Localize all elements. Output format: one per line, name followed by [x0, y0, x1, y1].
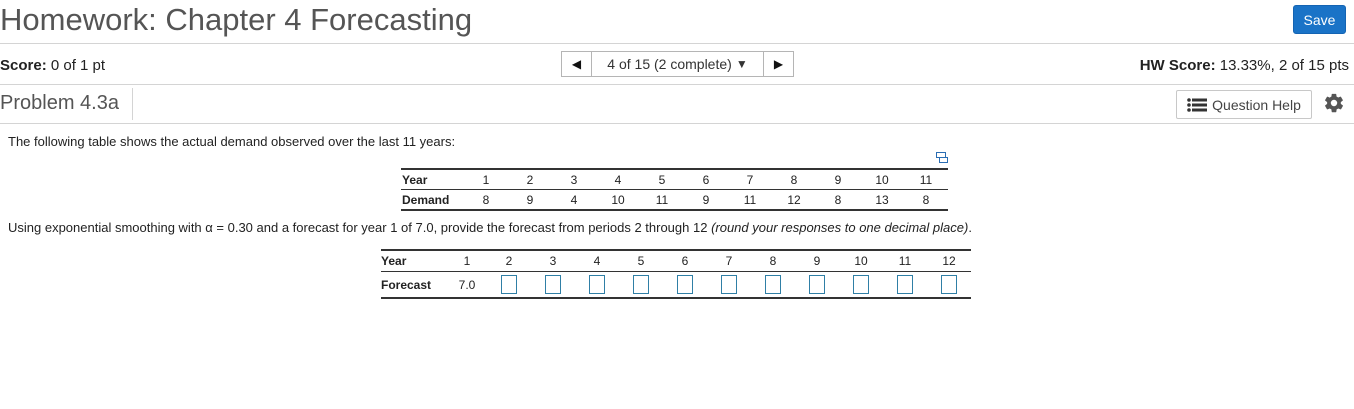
score-value: 0 of 1 pt: [50, 57, 106, 74]
demand-cell: 9: [684, 189, 728, 211]
year-cell: 11: [904, 168, 948, 190]
row-header: Demand: [401, 189, 464, 211]
score-display: Score: 0 of 1 pt: [0, 57, 105, 74]
demand-cell: 8: [464, 189, 508, 211]
page-title: Homework: Chapter 4 Forecasting: [0, 2, 473, 37]
table-row: Year 1 2 3 4 5 6 7 8 9 10 11: [401, 168, 948, 190]
demand-cell: 11: [728, 189, 772, 211]
demand-cell: 9: [508, 189, 552, 211]
forecast-input-year-11[interactable]: [897, 275, 913, 294]
year-cell: 6: [663, 249, 707, 272]
forecast-input-year-4[interactable]: [589, 275, 605, 294]
demand-table: Year 1 2 3 4 5 6 7 8 9 10 11 Demand 8 9 …: [401, 168, 948, 211]
year-cell: 3: [531, 249, 575, 272]
year-cell: 4: [596, 168, 640, 190]
demand-cell: 10: [596, 189, 640, 211]
gear-icon[interactable]: [1323, 92, 1345, 114]
forecast-cell: [795, 271, 839, 299]
year-cell: 8: [751, 249, 795, 272]
year-cell: 2: [508, 168, 552, 190]
forecast-input-year-6[interactable]: [677, 275, 693, 294]
forecast-input-year-7[interactable]: [721, 275, 737, 294]
year-cell: 12: [927, 249, 971, 272]
problem-title: Problem 4.3a: [0, 92, 119, 114]
year-cell: 9: [795, 249, 839, 272]
year-cell: 10: [839, 249, 883, 272]
year-cell: 10: [860, 168, 904, 190]
forecast-input-year-9[interactable]: [809, 275, 825, 294]
question-selector-dropdown[interactable]: 4 of 15 (2 complete) ▼: [592, 51, 763, 77]
hw-score-value: 13.33%, 2 of 15 pts: [1219, 57, 1349, 74]
row-header: Year: [401, 168, 464, 190]
hw-score-label: HW Score:: [1139, 57, 1216, 74]
instruction-end: .: [968, 220, 972, 235]
question-intro: The following table shows the actual dem…: [8, 134, 456, 149]
forecast-cell: 7.0: [447, 271, 487, 299]
forecast-cell: [751, 271, 795, 299]
year-cell: 7: [707, 249, 751, 272]
year-cell: 1: [447, 249, 487, 272]
year-cell: 4: [575, 249, 619, 272]
score-label: Score:: [0, 57, 47, 74]
hw-score-display: HW Score: 13.33%, 2 of 15 pts: [1140, 57, 1349, 74]
row-header: Year: [381, 249, 447, 272]
question-help-button[interactable]: Question Help: [1176, 90, 1312, 119]
forecast-cell: [575, 271, 619, 299]
triangle-right-icon: ▶: [773, 57, 784, 71]
year-cell: 1: [464, 168, 508, 190]
row-header: Forecast: [381, 271, 447, 299]
triangle-left-icon: ◀: [571, 57, 582, 71]
save-button[interactable]: Save: [1293, 5, 1346, 34]
forecast-cell: [531, 271, 575, 299]
forecast-input-year-3[interactable]: [545, 275, 561, 294]
copy-table-icon[interactable]: [936, 152, 948, 163]
question-instruction: Using exponential smoothing with α = 0.3…: [8, 220, 972, 235]
year-cell: 7: [728, 168, 772, 190]
forecast-cell: [619, 271, 663, 299]
year-cell: 8: [772, 168, 816, 190]
demand-cell: 12: [772, 189, 816, 211]
forecast-input-year-2[interactable]: [501, 275, 517, 294]
instruction-text: Using exponential smoothing with α = 0.3…: [8, 220, 712, 235]
demand-cell: 8: [816, 189, 860, 211]
demand-cell: 8: [904, 189, 948, 211]
list-icon: [1187, 97, 1208, 112]
question-navigator: ◀ 4 of 15 (2 complete) ▼ ▶: [561, 51, 794, 77]
question-selector-label: 4 of 15 (2 complete): [607, 56, 732, 72]
year-cell: 5: [640, 168, 684, 190]
year-cell: 5: [619, 249, 663, 272]
divider: [0, 84, 1354, 85]
divider: [0, 123, 1354, 124]
instruction-rounding-note: (round your responses to one decimal pla…: [711, 220, 969, 235]
divider: [132, 88, 133, 120]
year-cell: 3: [552, 168, 596, 190]
forecast-cell: [927, 271, 971, 299]
divider: [0, 43, 1354, 44]
forecast-input-year-5[interactable]: [633, 275, 649, 294]
forecast-cell: [883, 271, 927, 299]
forecast-cell: [487, 271, 531, 299]
year-cell: 6: [684, 168, 728, 190]
forecast-table: Year 1 2 3 4 5 6 7 8 9 10 11 12 Forecast…: [381, 249, 971, 299]
question-help-label: Question Help: [1212, 96, 1301, 113]
demand-cell: 13: [860, 189, 904, 211]
table-row: Forecast 7.0: [381, 271, 971, 299]
demand-cell: 4: [552, 189, 596, 211]
previous-question-button[interactable]: ◀: [561, 51, 592, 77]
forecast-cell: [663, 271, 707, 299]
next-question-button[interactable]: ▶: [763, 51, 794, 77]
triangle-down-icon: ▼: [735, 57, 748, 71]
forecast-cell: [707, 271, 751, 299]
table-row: Year 1 2 3 4 5 6 7 8 9 10 11 12: [381, 249, 971, 272]
table-row: Demand 8 9 4 10 11 9 11 12 8 13 8: [401, 189, 948, 211]
forecast-input-year-12[interactable]: [941, 275, 957, 294]
forecast-input-year-10[interactable]: [853, 275, 869, 294]
forecast-input-year-8[interactable]: [765, 275, 781, 294]
forecast-cell: [839, 271, 883, 299]
year-cell: 9: [816, 168, 860, 190]
year-cell: 2: [487, 249, 531, 272]
year-cell: 11: [883, 249, 927, 272]
demand-cell: 11: [640, 189, 684, 211]
